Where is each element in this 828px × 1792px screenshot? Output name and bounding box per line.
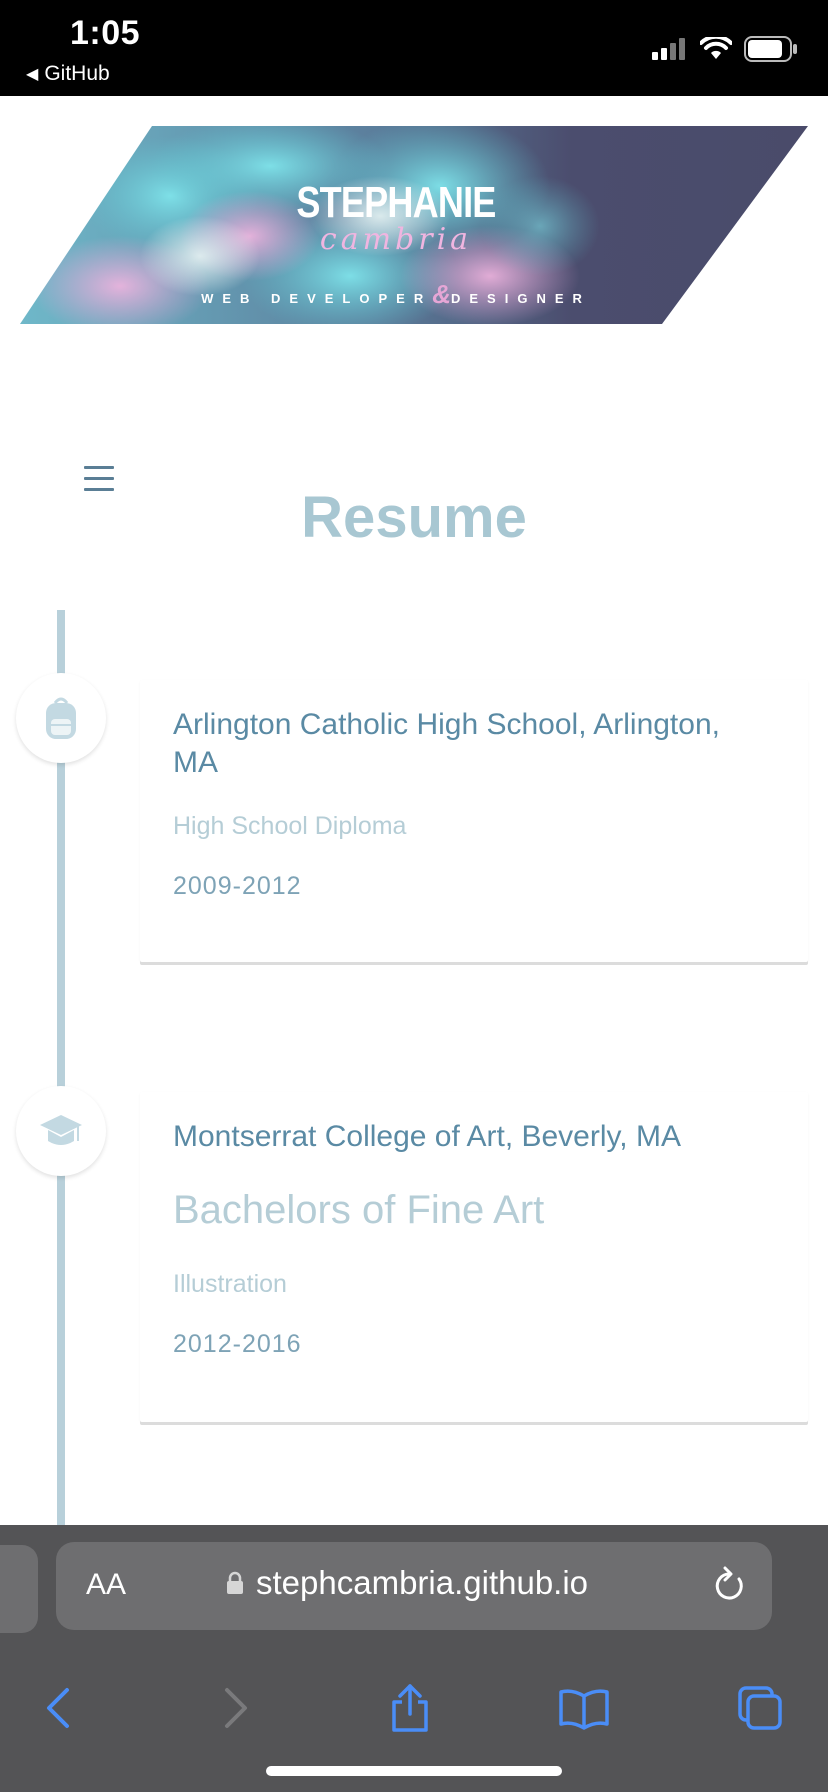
- url-text: stephcambria.github.io: [256, 1564, 589, 1601]
- banner-role: WEB DEVELOPER&DESIGNER: [0, 279, 808, 310]
- degree: Bachelors of Fine Art: [173, 1188, 545, 1232]
- school-name: Montserrat College of Art, Beverly, MA: [173, 1120, 681, 1153]
- back-chevron-icon[interactable]: [28, 1678, 88, 1738]
- timeline-node-highschool: [16, 673, 106, 763]
- text-size-button[interactable]: AA: [86, 1568, 126, 1602]
- cellular-signal-icon: [652, 38, 685, 60]
- url-display[interactable]: stephcambria.github.io: [226, 1564, 588, 1602]
- page-title: Resume: [301, 485, 527, 550]
- browser-toolbar: [0, 1650, 828, 1760]
- wifi-icon: [700, 37, 732, 59]
- banner-first-name: STEPHANIE: [296, 178, 496, 227]
- lock-icon: [227, 1571, 243, 1594]
- home-indicator[interactable]: [266, 1766, 562, 1776]
- graduation-cap-icon: [40, 1115, 82, 1145]
- banner-text: STEPHANIE cambria WEB DEVELOPER&DESIGNER: [20, 126, 808, 324]
- school-name: Arlington Catholic High School, Arlingto…: [173, 708, 720, 779]
- field-of-study: Illustration: [173, 1270, 287, 1298]
- status-icons: [652, 36, 798, 62]
- backpack-icon: [46, 697, 76, 739]
- bookmarks-icon[interactable]: [554, 1678, 614, 1738]
- back-app-label: GitHub: [44, 62, 110, 85]
- reload-icon[interactable]: [712, 1566, 746, 1609]
- years: 2012-2016: [173, 1330, 302, 1358]
- timeline-card-college: Montserrat College of Art, Beverly, MA B…: [140, 1092, 808, 1422]
- previous-tab-preview[interactable]: [0, 1545, 38, 1633]
- banner-role-left: WEB DEVELOPER: [201, 291, 433, 306]
- banner-role-right: DESIGNER: [451, 291, 591, 306]
- share-icon[interactable]: [380, 1678, 440, 1738]
- back-triangle-icon: ◀: [26, 66, 39, 83]
- tabs-icon[interactable]: [730, 1678, 790, 1738]
- timeline-card-highschool: Arlington Catholic High School, Arlingto…: [140, 680, 808, 962]
- timeline-node-college: [16, 1086, 106, 1176]
- banner-role-amp: &: [432, 279, 451, 309]
- years: 2009-2012: [173, 872, 302, 900]
- forward-chevron-icon[interactable]: [206, 1678, 266, 1738]
- degree: High School Diploma: [173, 812, 407, 840]
- status-time: 1:05: [70, 14, 141, 52]
- header-banner[interactable]: STEPHANIE cambria WEB DEVELOPER&DESIGNER: [20, 126, 808, 324]
- status-bar: 1:05 ◀ GitHub: [0, 0, 828, 96]
- battery-icon: [744, 36, 797, 62]
- back-to-app-link[interactable]: ◀ GitHub: [26, 62, 110, 86]
- address-bar[interactable]: AA stephcambria.github.io: [56, 1542, 772, 1630]
- banner-last-name: cambria: [319, 222, 473, 257]
- text-size-label: AA: [86, 1568, 127, 1601]
- browser-chrome: AA stephcambria.github.io: [0, 1525, 828, 1792]
